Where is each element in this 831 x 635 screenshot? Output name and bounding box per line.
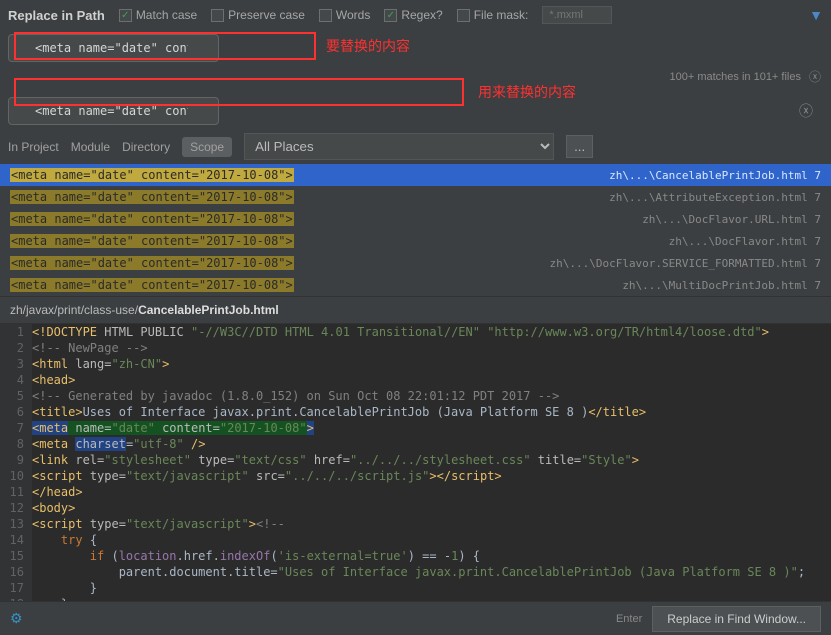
enter-hint: Enter bbox=[616, 613, 642, 625]
scope-browse-button[interactable]: ... bbox=[566, 135, 593, 158]
annotation-label-replace: 用来替换的内容 bbox=[478, 82, 576, 102]
replace-in-find-window-button[interactable]: Replace in Find Window... bbox=[652, 606, 821, 632]
search-input[interactable] bbox=[8, 34, 219, 62]
result-match-text: <meta name="date" content="2017-10-08"> bbox=[10, 278, 294, 292]
result-match-text: <meta name="date" content="2017-10-08"> bbox=[10, 212, 294, 226]
result-match-text: <meta name="date" content="2017-10-08"> bbox=[10, 234, 294, 248]
result-row[interactable]: <meta name="date" content="2017-10-08"> z… bbox=[0, 252, 831, 274]
file-mask-input[interactable] bbox=[542, 6, 612, 24]
scope-tab-directory[interactable]: Directory bbox=[122, 140, 170, 154]
filter-icon[interactable]: ▼ bbox=[809, 7, 823, 23]
regex-label: Regex? bbox=[401, 8, 442, 22]
result-file-path: zh\...\AttributeException.html 7 bbox=[609, 191, 821, 204]
result-file-path: zh\...\DocFlavor.SERVICE_FORMATTED.html … bbox=[549, 257, 821, 270]
match-case-checkbox[interactable]: ✓Match case bbox=[119, 8, 197, 22]
result-row[interactable]: <meta name="date" content="2017-10-08"> z… bbox=[0, 274, 831, 296]
gear-icon[interactable]: ⚙ bbox=[10, 610, 23, 627]
dialog-title: Replace in Path bbox=[8, 8, 105, 23]
preserve-case-label: Preserve case bbox=[228, 8, 305, 22]
match-case-label: Match case bbox=[136, 8, 197, 22]
result-file-path: zh\...\DocFlavor.html 7 bbox=[669, 235, 821, 248]
preserve-case-checkbox[interactable]: Preserve case bbox=[211, 8, 305, 22]
regex-checkbox[interactable]: ✓Regex? bbox=[384, 8, 442, 22]
scope-tab-module[interactable]: Module bbox=[71, 140, 110, 154]
scope-tab-project[interactable]: In Project bbox=[8, 140, 59, 154]
code-preview[interactable]: 1<!DOCTYPE HTML PUBLIC "-//W3C//DTD HTML… bbox=[0, 324, 831, 614]
result-row[interactable]: <meta name="date" content="2017-10-08"> z… bbox=[0, 164, 831, 186]
match-count: 100+ matches in 101+ files bbox=[670, 71, 809, 83]
words-checkbox[interactable]: Words bbox=[319, 8, 370, 22]
scope-tab-scope[interactable]: Scope bbox=[182, 137, 232, 157]
clear-replace-icon[interactable]: ⓧ bbox=[799, 101, 813, 121]
file-mask-checkbox[interactable]: File mask: bbox=[457, 8, 529, 22]
result-file-path: zh\...\CancelablePrintJob.html 7 bbox=[609, 169, 821, 182]
result-row[interactable]: <meta name="date" content="2017-10-08"> z… bbox=[0, 186, 831, 208]
result-file-path: zh\...\DocFlavor.URL.html 7 bbox=[642, 213, 821, 226]
result-row[interactable]: <meta name="date" content="2017-10-08"> z… bbox=[0, 208, 831, 230]
result-match-text: <meta name="date" content="2017-10-08"> bbox=[10, 168, 294, 182]
scope-select[interactable]: All Places bbox=[244, 133, 554, 160]
preview-path: zh/javax/print/class-use/CancelablePrint… bbox=[0, 296, 831, 324]
file-mask-label: File mask: bbox=[474, 8, 529, 22]
clear-search-icon[interactable]: ⓧ bbox=[809, 68, 821, 85]
replace-input[interactable] bbox=[8, 97, 219, 125]
result-match-text: <meta name="date" content="2017-10-08"> bbox=[10, 190, 294, 204]
words-label: Words bbox=[336, 8, 370, 22]
annotation-label-search: 要替换的内容 bbox=[326, 36, 410, 56]
results-list: <meta name="date" content="2017-10-08"> z… bbox=[0, 164, 831, 296]
result-row[interactable]: <meta name="date" content="2017-10-08"> z… bbox=[0, 230, 831, 252]
result-file-path: zh\...\MultiDocPrintJob.html 7 bbox=[622, 279, 821, 292]
result-match-text: <meta name="date" content="2017-10-08"> bbox=[10, 256, 294, 270]
